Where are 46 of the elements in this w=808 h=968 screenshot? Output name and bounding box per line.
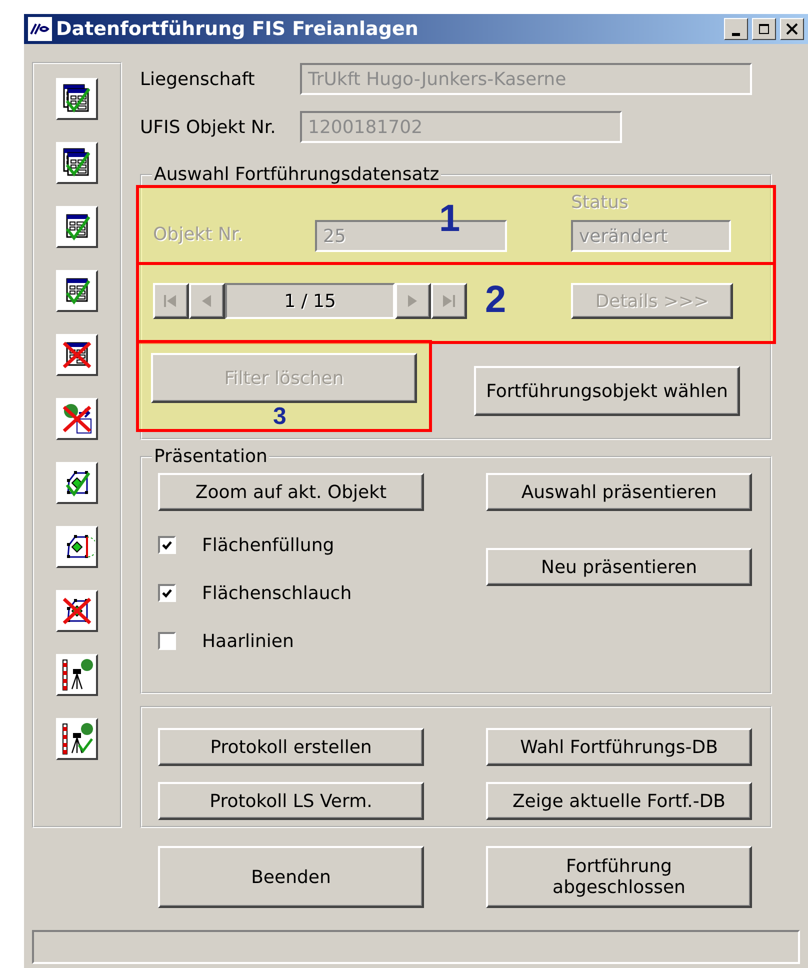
- checkbox-label: Flächenfüllung: [202, 534, 334, 556]
- app-logo-icon: [28, 17, 52, 41]
- action-button[interactable]: Beenden: [158, 846, 424, 908]
- tool-button[interactable]: [56, 78, 98, 120]
- maximize-button[interactable]: [752, 18, 776, 40]
- field-label: Status: [571, 192, 628, 213]
- window-title: Datenfortführung FIS Freianlagen: [56, 18, 420, 40]
- minimize-icon: [732, 32, 740, 36]
- check-icon: [161, 539, 173, 551]
- choose-object-button[interactable]: Fortführungsobjekt wählen: [474, 366, 740, 416]
- group-title: Auswahl Fortführungsdatensatz: [153, 164, 440, 185]
- action-button[interactable]: Fortführung abgeschlossen: [486, 846, 752, 908]
- field-label: Objekt Nr.: [153, 224, 243, 245]
- tool-button[interactable]: [56, 590, 98, 632]
- field-label: UFIS Objekt Nr.: [140, 116, 277, 138]
- close-icon: [785, 22, 799, 36]
- check-icon: [161, 587, 173, 599]
- callout-number: 2: [485, 279, 506, 322]
- tool-button[interactable]: [56, 206, 98, 248]
- zoom-button[interactable]: Zoom auf akt. Objekt: [158, 473, 424, 511]
- protocol-button[interactable]: Protokoll erstellen: [158, 728, 424, 766]
- re-present-button[interactable]: Neu präsentieren: [486, 548, 752, 586]
- protocol-button[interactable]: Protokoll LS Verm.: [158, 782, 424, 820]
- minimize-button[interactable]: [724, 18, 748, 40]
- tool-button[interactable]: [56, 654, 98, 696]
- protocol-button[interactable]: Zeige aktuelle Fortf.-DB: [486, 782, 752, 820]
- close-button[interactable]: [780, 18, 804, 40]
- checkbox-label: Flächenschlauch: [202, 582, 352, 604]
- present-selection-button[interactable]: Auswahl präsentieren: [486, 473, 752, 511]
- record-counter: 1 / 15: [225, 283, 395, 319]
- checkbox[interactable]: [158, 632, 176, 650]
- tool-button[interactable]: [56, 270, 98, 312]
- tool-button[interactable]: [56, 142, 98, 184]
- group-title: Präsentation: [153, 446, 268, 467]
- checkbox-label: Haarlinien: [202, 630, 294, 652]
- tool-button[interactable]: [56, 398, 98, 440]
- checkbox[interactable]: [158, 584, 176, 602]
- tool-button[interactable]: [56, 334, 98, 376]
- maximize-icon: [757, 22, 771, 36]
- tool-button[interactable]: [56, 526, 98, 568]
- checkbox[interactable]: [158, 536, 176, 554]
- callout-number: 3: [273, 403, 286, 431]
- protocol-button[interactable]: Wahl Fortführungs-DB: [486, 728, 752, 766]
- field-label: Liegenschaft: [140, 68, 256, 90]
- tool-button[interactable]: [56, 718, 98, 760]
- tool-button[interactable]: [56, 462, 98, 504]
